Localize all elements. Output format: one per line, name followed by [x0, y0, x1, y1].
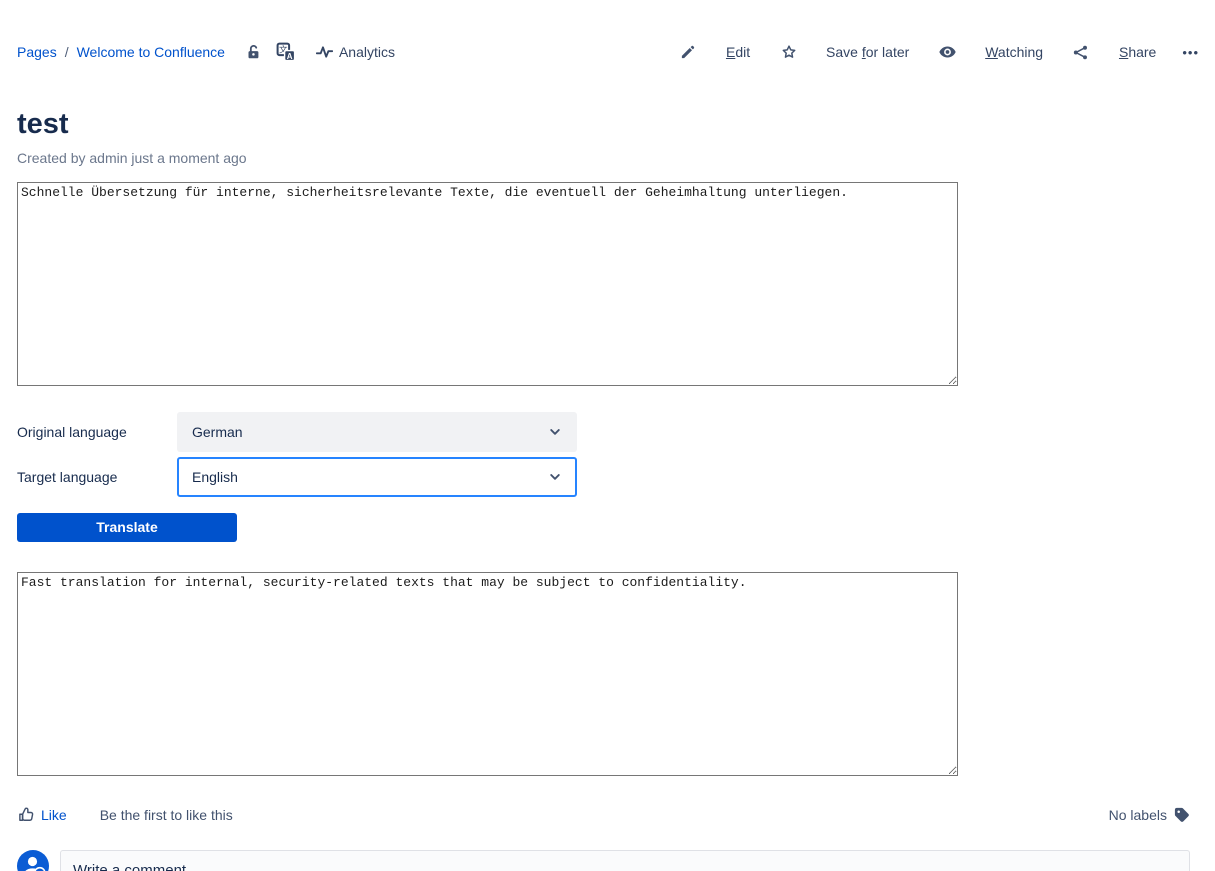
page-title: test [17, 109, 1215, 141]
like-label: Like [41, 807, 67, 823]
share-button[interactable]: Share [1073, 13, 1156, 92]
original-language-select[interactable]: German [177, 412, 577, 452]
save-for-later-label: Save for later [826, 44, 909, 60]
target-language-select[interactable]: English [177, 457, 577, 497]
share-label: Share [1119, 44, 1156, 60]
save-for-later-button[interactable]: Save for later [780, 11, 909, 93]
original-language-label: Original language [17, 424, 177, 440]
target-language-value: English [192, 469, 238, 485]
breadcrumb-pages-link[interactable]: Pages [17, 44, 57, 60]
thumbs-up-icon [17, 806, 35, 824]
chevron-down-icon [548, 470, 562, 484]
labels-button[interactable]: No labels [1109, 807, 1190, 823]
pencil-icon [680, 13, 719, 92]
target-language-label: Target language [17, 469, 177, 485]
original-language-value: German [192, 424, 243, 440]
page-actions: Edit Save for later Watching [680, 11, 1199, 93]
comment-input[interactable] [60, 850, 1190, 871]
chevron-down-icon [548, 425, 562, 439]
page-content: test Created by admin just a moment ago … [0, 109, 1215, 871]
svg-text:A: A [287, 52, 293, 61]
page-toolbar: Pages / Welcome to Confluence 文 A [0, 0, 1215, 103]
eye-icon [939, 14, 978, 90]
like-hint: Be the first to like this [100, 807, 233, 823]
comment-section [17, 850, 1190, 871]
source-text-area[interactable]: Schnelle Übersetzung für interne, sicher… [17, 182, 958, 386]
unlock-icon[interactable] [244, 43, 262, 61]
analytics-button[interactable]: Analytics [316, 44, 395, 60]
analytics-icon [316, 45, 333, 59]
edit-label: Edit [726, 44, 750, 60]
breadcrumb-separator: / [65, 44, 69, 60]
user-avatar[interactable] [17, 850, 49, 871]
confluence-page: Pages / Welcome to Confluence 文 A [0, 0, 1215, 871]
breadcrumb-space-link[interactable]: Welcome to Confluence [77, 44, 225, 60]
watching-button[interactable]: Watching [939, 14, 1043, 90]
translated-text-area[interactable]: Fast translation for internal, security-… [17, 572, 958, 776]
byline: Created by admin just a moment ago [17, 150, 1215, 166]
page-footer: Like Be the first to like this No labels [17, 806, 1190, 824]
share-icon [1073, 13, 1112, 92]
like-button[interactable]: Like [17, 806, 67, 824]
translate-icon[interactable]: 文 A [276, 42, 296, 62]
breadcrumb: Pages / Welcome to Confluence 文 A [17, 42, 395, 62]
edit-button[interactable]: Edit [680, 13, 750, 92]
watching-label: Watching [985, 44, 1043, 60]
star-icon [780, 11, 819, 93]
language-form: Original language German Target language… [17, 412, 1215, 497]
more-options-button[interactable]: ••• [1182, 45, 1199, 60]
target-language-row: Target language English [17, 457, 1215, 497]
original-language-row: Original language German [17, 412, 1215, 452]
analytics-label: Analytics [339, 44, 395, 60]
labels-text: No labels [1109, 807, 1167, 823]
translate-button[interactable]: Translate [17, 513, 237, 542]
tag-icon [1174, 807, 1190, 823]
